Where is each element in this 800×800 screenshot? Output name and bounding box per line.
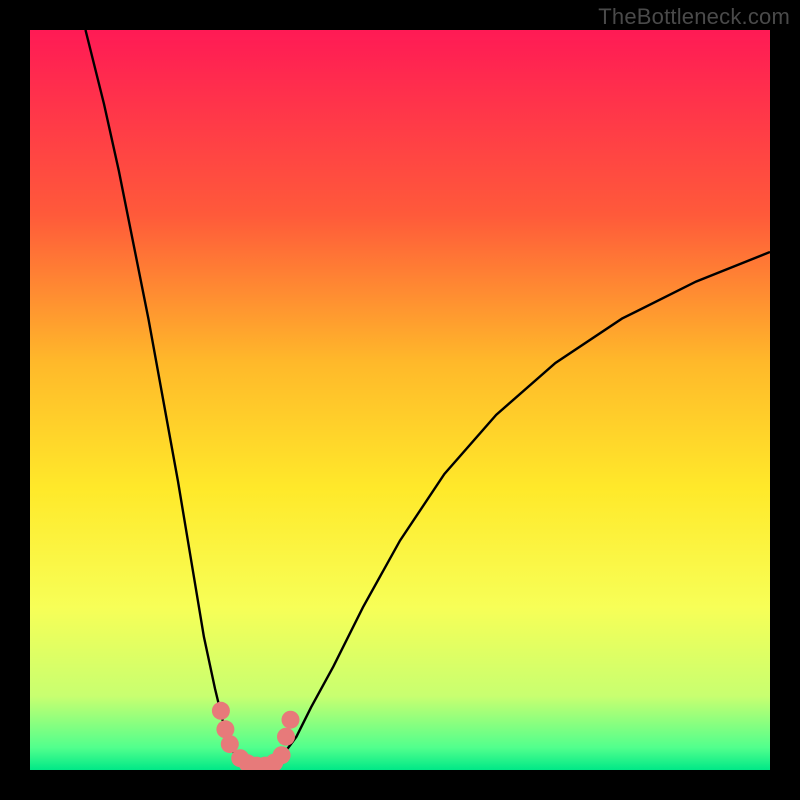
plot-area [30, 30, 770, 770]
marker-dot [282, 711, 300, 729]
bottleneck-curve [86, 30, 771, 767]
marker-dots [212, 702, 300, 770]
marker-dot [273, 746, 291, 764]
marker-dot [277, 728, 295, 746]
marker-dot [212, 702, 230, 720]
curve-layer [30, 30, 770, 770]
attribution-text: TheBottleneck.com [598, 4, 790, 30]
chart-frame: TheBottleneck.com [0, 0, 800, 800]
